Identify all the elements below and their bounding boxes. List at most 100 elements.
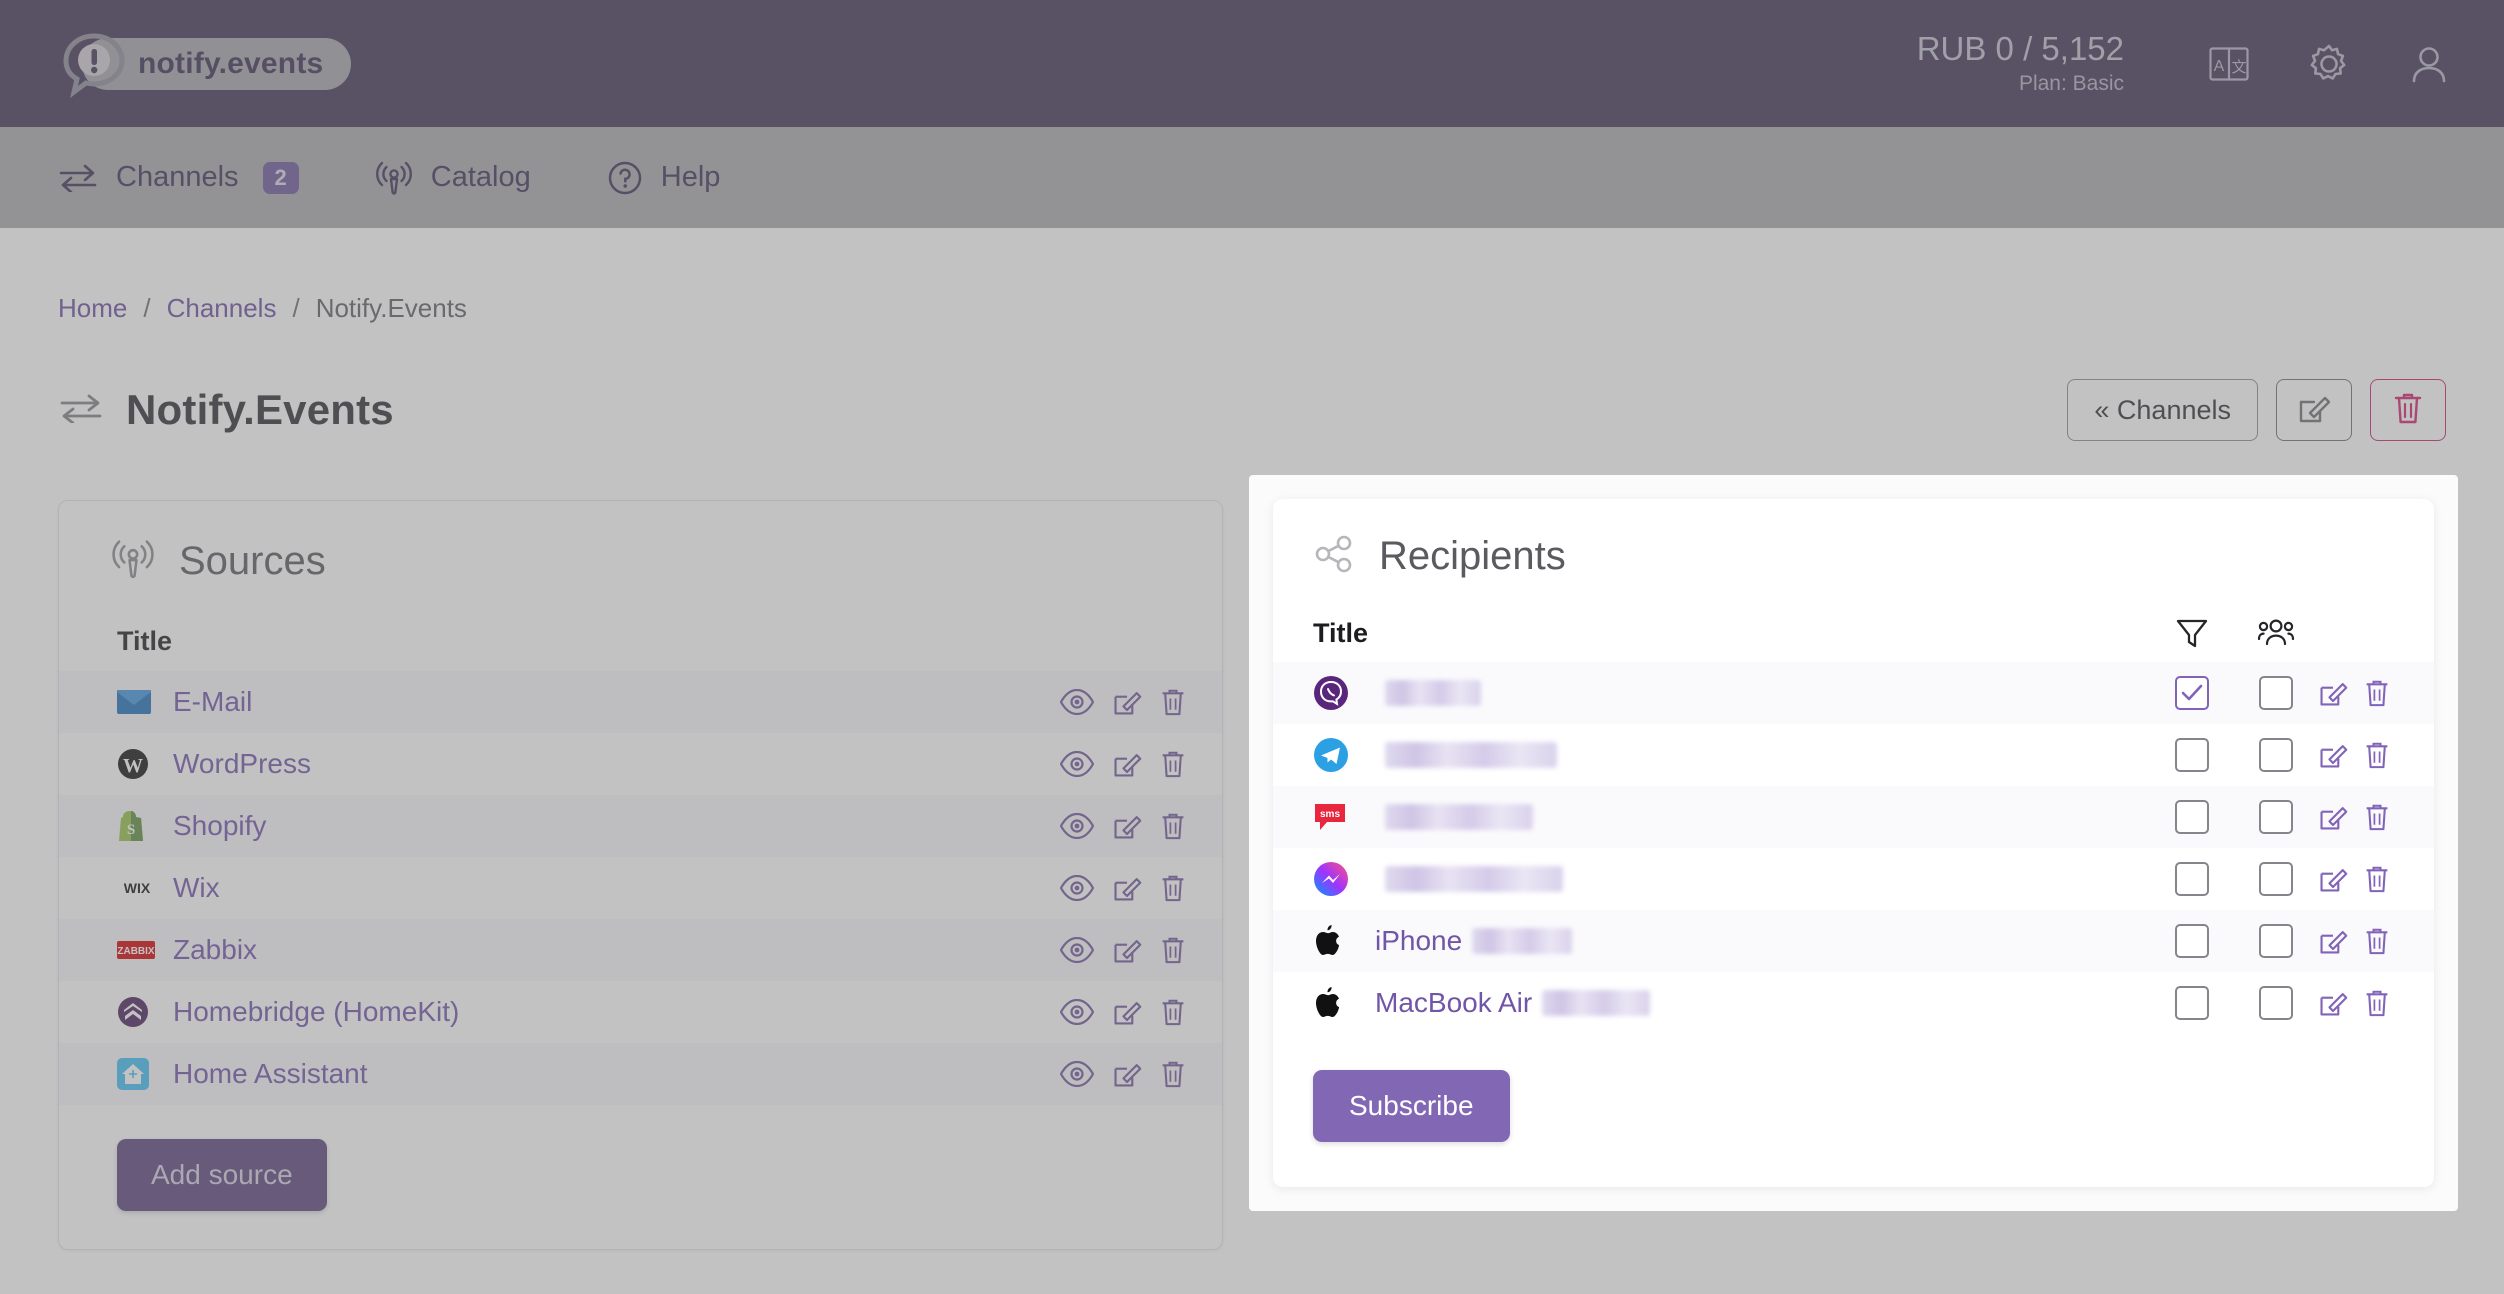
list-item[interactable] xyxy=(1273,724,2434,786)
table-row[interactable]: ZABBIX Zabbix xyxy=(59,919,1222,981)
recipient-name[interactable] xyxy=(1369,804,2150,830)
recipients-column-title: Title xyxy=(1313,617,1369,648)
add-source-button[interactable]: Add source xyxy=(117,1139,327,1211)
sources-list: E-Mail W WordPress S Shopify WIX Wix ZAB… xyxy=(59,671,1222,1105)
group-checkbox[interactable] xyxy=(2259,986,2293,1020)
list-item[interactable] xyxy=(1273,662,2434,724)
filter-icon[interactable] xyxy=(2150,616,2234,650)
nav-item-channels[interactable]: Channels 2 xyxy=(58,161,299,194)
recipients-list: sms iPhone MacBook Air xyxy=(1273,662,2434,1034)
row-actions xyxy=(2318,740,2434,770)
people-group-icon[interactable] xyxy=(2234,618,2318,648)
table-row[interactable]: Home Assistant xyxy=(59,1043,1222,1105)
edit-icon xyxy=(1114,754,1142,777)
nav-item-catalog[interactable]: Catalog xyxy=(375,159,531,197)
page-title-row: Notify.Events « Channels xyxy=(58,370,2446,450)
row-actions xyxy=(2318,926,2434,956)
svg-text:W: W xyxy=(123,755,143,777)
trash-icon xyxy=(1162,813,1184,840)
broadcast-icon xyxy=(111,537,155,586)
recipients-column-headers: Title xyxy=(1273,580,2434,662)
sms-icon: sms xyxy=(1313,800,1369,834)
breadcrumb-home[interactable]: Home xyxy=(58,293,127,324)
user-icon[interactable] xyxy=(2406,41,2452,87)
filter-checkbox[interactable] xyxy=(2175,676,2209,710)
group-checkbox[interactable] xyxy=(2259,862,2293,896)
list-item[interactable]: iPhone xyxy=(1273,910,2434,972)
account-balance: RUB 0 / 5,152 Plan: Basic xyxy=(1917,29,2124,99)
share-nodes-icon xyxy=(1313,533,1355,580)
svg-text:文: 文 xyxy=(2231,59,2246,76)
recipient-name[interactable]: iPhone xyxy=(1369,925,2150,957)
sources-panel: Sources Title E-Mail W WordPress S Shopi… xyxy=(58,500,1223,1250)
edit-icon xyxy=(2320,931,2348,954)
list-item[interactable] xyxy=(1273,848,2434,910)
table-row[interactable]: Homebridge (HomeKit) xyxy=(59,981,1222,1043)
group-checkbox[interactable] xyxy=(2259,800,2293,834)
header-right: RUB 0 / 5,152 Plan: Basic A 文 xyxy=(1917,0,2452,127)
source-title[interactable]: Home Assistant xyxy=(165,1058,1060,1090)
trash-icon xyxy=(1162,875,1184,902)
recipient-name[interactable] xyxy=(1369,866,2150,892)
back-to-channels-button[interactable]: « Channels xyxy=(2067,379,2258,441)
gear-icon[interactable] xyxy=(2306,41,2352,87)
edit-channel-button[interactable] xyxy=(2276,379,2352,441)
edit-icon xyxy=(1114,940,1142,963)
filter-checkbox[interactable] xyxy=(2175,924,2209,958)
table-row[interactable]: W WordPress xyxy=(59,733,1222,795)
source-title[interactable]: E-Mail xyxy=(165,686,1060,718)
group-checkbox[interactable] xyxy=(2259,924,2293,958)
group-cell xyxy=(2234,862,2318,896)
table-row[interactable]: E-Mail xyxy=(59,671,1222,733)
edit-icon xyxy=(1114,692,1142,715)
source-title[interactable]: WordPress xyxy=(165,748,1060,780)
filter-checkbox[interactable] xyxy=(2175,862,2209,896)
table-row[interactable]: S Shopify xyxy=(59,795,1222,857)
source-title[interactable]: Homebridge (HomeKit) xyxy=(165,996,1060,1028)
apple-icon xyxy=(1313,924,1369,958)
recipient-name[interactable] xyxy=(1369,680,2150,706)
edit-icon xyxy=(2320,683,2348,706)
filter-checkbox[interactable] xyxy=(2175,800,2209,834)
list-item[interactable]: MacBook Air xyxy=(1273,972,2434,1034)
trash-icon xyxy=(1162,1061,1184,1088)
nav-item-help[interactable]: Help xyxy=(607,160,720,196)
brand-logo[interactable]: notify.events xyxy=(60,30,352,99)
edit-icon xyxy=(1114,1002,1142,1025)
list-item[interactable]: sms xyxy=(1273,786,2434,848)
translate-icon[interactable]: A 文 xyxy=(2206,41,2252,87)
recipient-name[interactable] xyxy=(1369,742,2150,768)
row-actions xyxy=(2318,864,2434,894)
row-actions xyxy=(1060,811,1186,841)
group-cell xyxy=(2234,676,2318,710)
svg-text:S: S xyxy=(127,822,135,838)
filter-checkbox[interactable] xyxy=(2175,986,2209,1020)
apple-icon xyxy=(1313,986,1369,1020)
email-icon xyxy=(117,689,165,715)
recipient-label: iPhone xyxy=(1375,925,1463,956)
filter-cell xyxy=(2150,986,2234,1020)
row-actions xyxy=(1060,997,1186,1027)
exchange-arrows-icon xyxy=(58,393,104,428)
table-row[interactable]: WIX Wix xyxy=(59,857,1222,919)
source-title[interactable]: Shopify xyxy=(165,810,1060,842)
recipient-name[interactable]: MacBook Air xyxy=(1369,987,2150,1019)
subscribe-button[interactable]: Subscribe xyxy=(1313,1070,1510,1142)
group-cell xyxy=(2234,738,2318,772)
edit-icon xyxy=(1114,1064,1142,1087)
trash-icon xyxy=(1162,937,1184,964)
recipient-label: MacBook Air xyxy=(1375,987,1533,1018)
view-icon xyxy=(1060,999,1094,1025)
group-checkbox[interactable] xyxy=(2259,738,2293,772)
source-title[interactable]: Wix xyxy=(165,872,1060,904)
plan-label: Plan: Basic xyxy=(2018,71,2124,95)
delete-channel-button[interactable] xyxy=(2370,379,2446,441)
trash-icon xyxy=(1162,689,1184,716)
source-title[interactable]: Zabbix xyxy=(165,934,1060,966)
breadcrumb-channels[interactable]: Channels xyxy=(167,293,277,324)
group-checkbox[interactable] xyxy=(2259,676,2293,710)
redacted-text xyxy=(1385,742,1557,768)
redacted-text xyxy=(1385,804,1533,830)
svg-text:sms: sms xyxy=(1320,809,1340,820)
filter-checkbox[interactable] xyxy=(2175,738,2209,772)
